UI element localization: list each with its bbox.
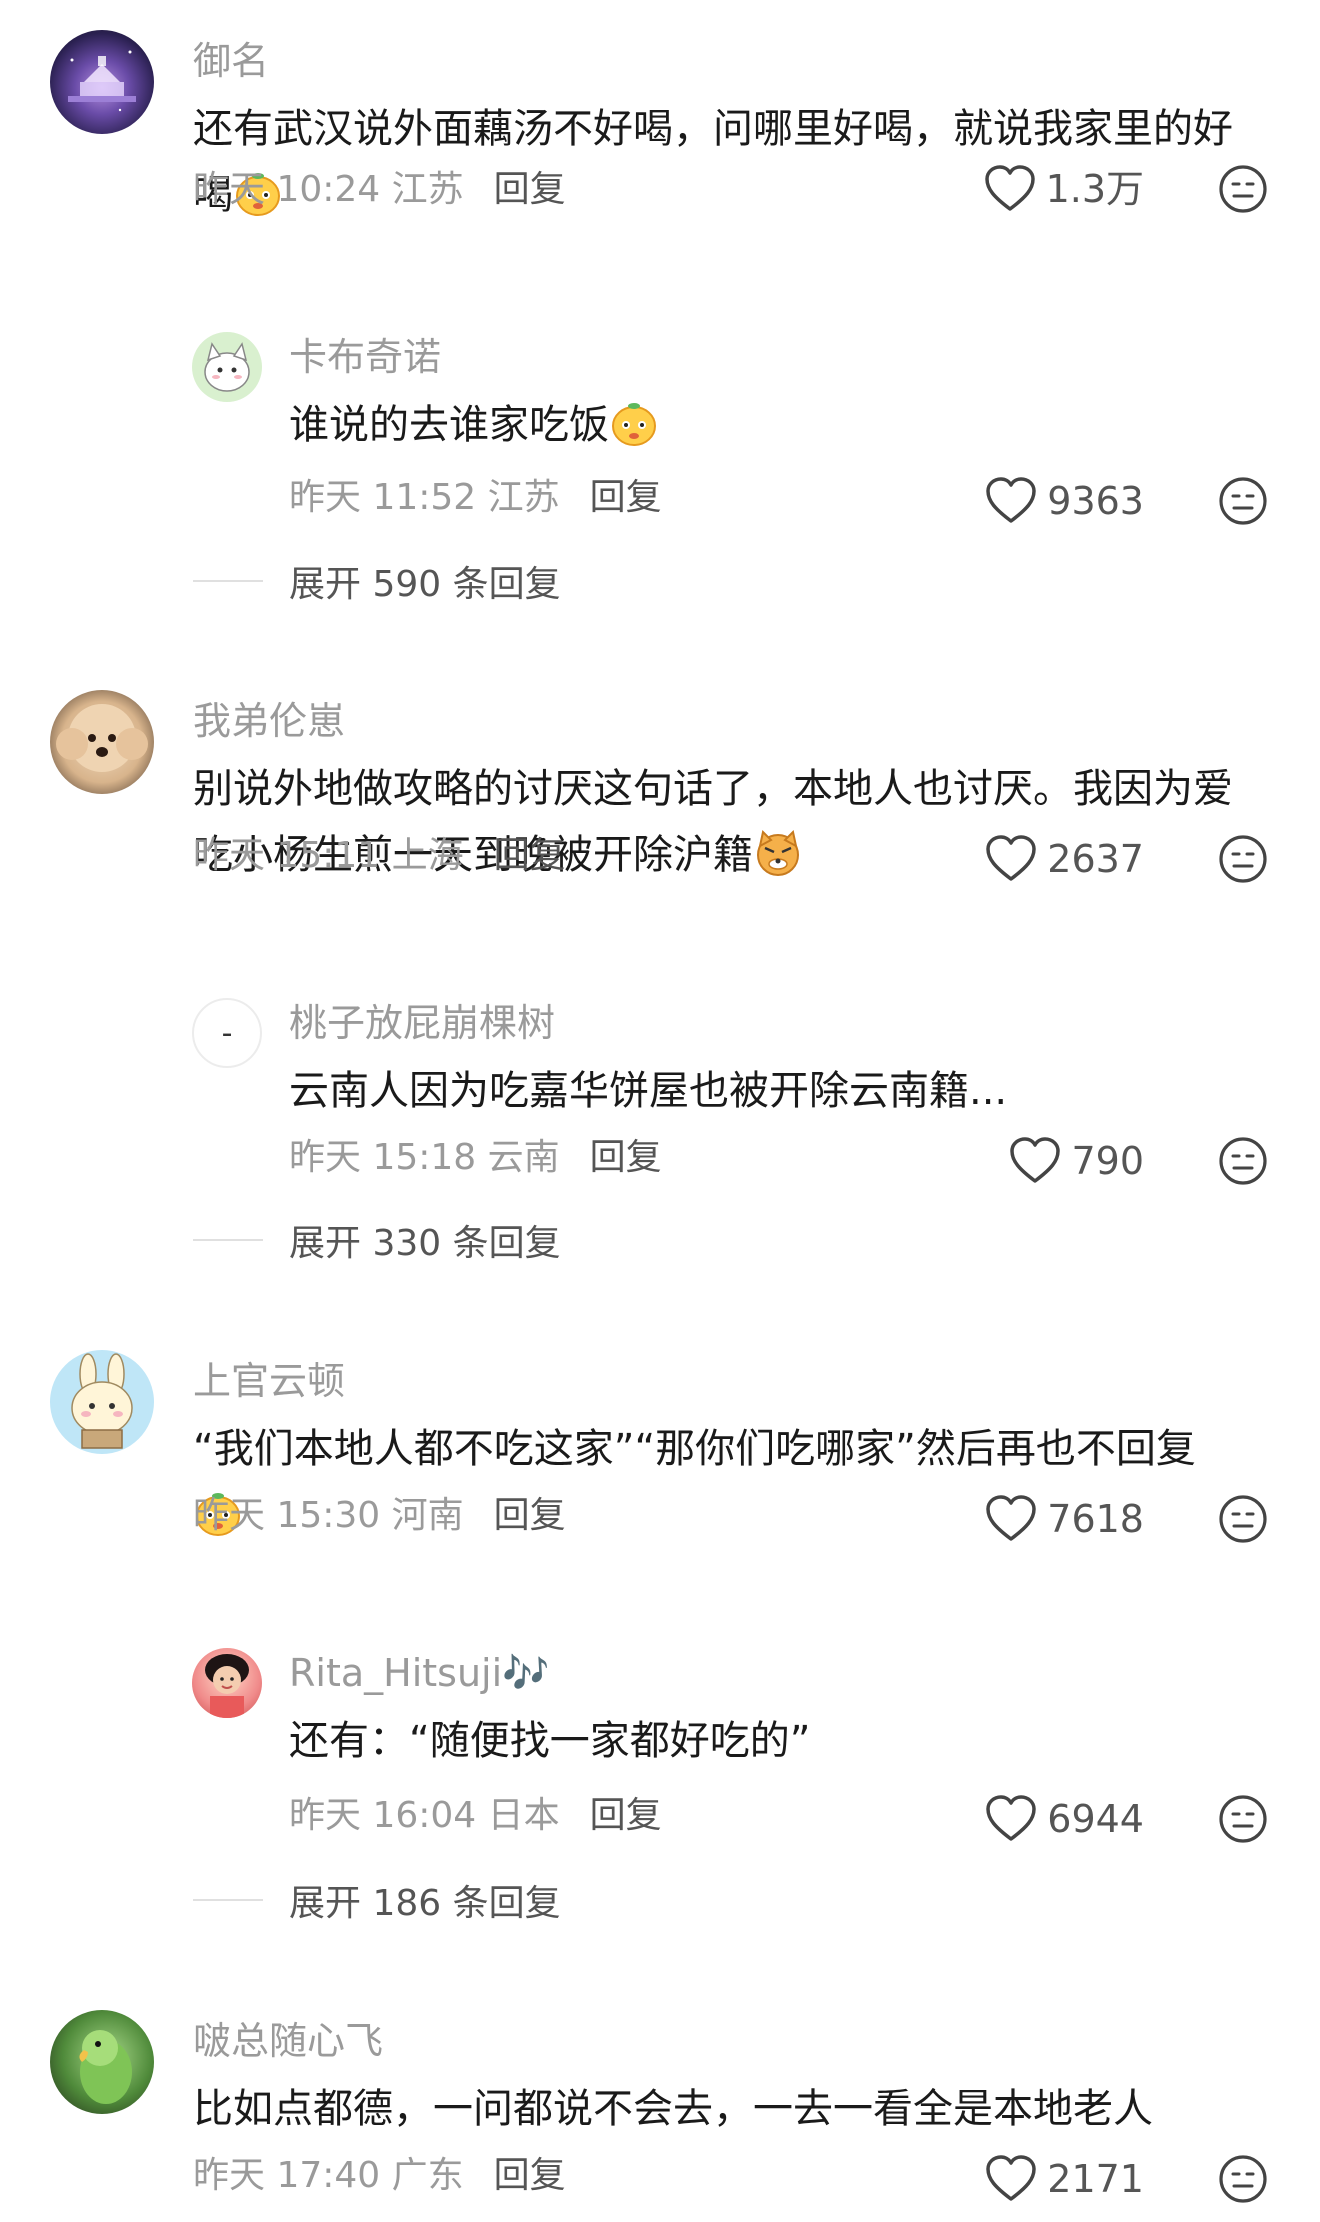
reply-meta: 昨天 15:18 云南 回复	[289, 1140, 662, 1176]
reply-button[interactable]: 回复	[590, 1137, 662, 1178]
like-button[interactable]: 790	[1009, 1136, 1144, 1186]
reply-time-location: 昨天 15:18 云南	[289, 1137, 560, 1178]
lemon-face-emoji-icon	[612, 403, 656, 446]
white-cat-cartoon-icon	[204, 342, 250, 392]
like-button[interactable]: 9363	[985, 476, 1144, 526]
reply-time-location: 昨天 16:04 日本	[289, 1795, 560, 1836]
like-count: 2171	[1047, 2157, 1144, 2201]
heart-icon	[1010, 1137, 1061, 1183]
like-button[interactable]: 2637	[985, 834, 1144, 884]
comment-meta: 昨天 15:30 河南 回复	[193, 1498, 566, 1534]
comment-text-body: 比如点都德，一问都说不会去，一去一看全是本地老人	[193, 2086, 1153, 2132]
girl-photo-icon	[205, 1654, 249, 1718]
comment-text-body: “我们本地人都不吃这家”“那你们吃哪家”然后再也不回复	[193, 1426, 1196, 1472]
bunny-cartoon-icon	[71, 1353, 133, 1449]
like-button[interactable]: 6944	[985, 1794, 1144, 1844]
divider	[193, 1239, 263, 1241]
divider	[193, 1899, 263, 1901]
reply-button[interactable]: 回复	[494, 169, 566, 210]
avatar[interactable]	[50, 1350, 154, 1454]
like-button[interactable]: 2171	[985, 2154, 1144, 2204]
expand-replies-label: 展开 186 条回复	[289, 1883, 561, 1924]
comment-author[interactable]: 上官云顿	[193, 1362, 345, 1400]
comment-author[interactable]: 我弟伦崽	[193, 702, 345, 740]
comment-text: 比如点都德，一问都说不会去，一去一看全是本地老人	[193, 2076, 1253, 2142]
reply-author[interactable]: 卡布奇诺	[289, 338, 441, 376]
divider	[193, 580, 263, 582]
expand-replies-button[interactable]: 展开 330 条回复	[193, 1220, 561, 1264]
avatar[interactable]	[50, 30, 154, 134]
reply-text-body: 谁说的去谁家吃饭	[289, 402, 609, 448]
reply-button[interactable]: 回复	[494, 1495, 566, 1536]
expand-replies-button[interactable]: 展开 186 条回复	[193, 1880, 561, 1924]
comment-author[interactable]: 御名	[193, 42, 269, 80]
avatar[interactable]	[192, 1648, 262, 1718]
reply-button[interactable]: 回复	[590, 477, 662, 518]
heart-icon	[986, 2155, 1037, 2201]
like-count: 9363	[1047, 479, 1144, 523]
poodle-dog-icon	[56, 704, 148, 772]
like-count: 2637	[1047, 837, 1144, 881]
like-button[interactable]: 7618	[985, 1494, 1144, 1544]
expand-replies-button[interactable]: 展开 590 条回复	[193, 561, 561, 605]
reply-button[interactable]: 回复	[494, 2155, 566, 2196]
dislike-face-icon[interactable]	[1218, 1494, 1268, 1544]
heart-icon	[986, 835, 1037, 881]
avatar[interactable]	[192, 332, 262, 402]
avatar[interactable]: -	[192, 998, 262, 1068]
comment-time-location: 昨天 15:11 上海	[193, 835, 464, 876]
heart-icon	[986, 1495, 1037, 1541]
reply-button[interactable]: 回复	[590, 1795, 662, 1836]
reply-text: 云南人因为吃嘉华饼屋也被开除云南籍...	[289, 1058, 1249, 1124]
avatar[interactable]	[50, 690, 154, 794]
dislike-face-icon[interactable]	[1218, 2154, 1268, 2204]
comment-meta: 昨天 15:11 上海 回复	[193, 838, 566, 874]
reply-text: 谁说的去谁家吃饭	[289, 392, 1249, 458]
heart-icon	[986, 1795, 1037, 1841]
reply-text-body: 还有：“随便找一家都好吃的”	[289, 1718, 811, 1764]
angry-dog-emoji-icon	[757, 829, 799, 876]
expand-replies-label: 展开 590 条回复	[289, 564, 561, 605]
like-button[interactable]: 1.3万	[984, 164, 1144, 214]
heart-icon	[984, 165, 1035, 211]
dislike-face-icon[interactable]	[1218, 1794, 1268, 1844]
comment-time-location: 昨天 15:30 河南	[193, 1495, 464, 1536]
reply-button[interactable]: 回复	[494, 835, 566, 876]
reply-author[interactable]: 桃子放屁崩棵树	[289, 1004, 555, 1042]
dislike-face-icon[interactable]	[1218, 834, 1268, 884]
dislike-face-icon[interactable]	[1218, 476, 1268, 526]
like-count: 790	[1071, 1139, 1144, 1183]
dislike-face-icon[interactable]	[1218, 1136, 1268, 1186]
comment-author[interactable]: 啵总随心飞	[193, 2022, 383, 2060]
avatar-placeholder-glyph: -	[221, 1015, 233, 1051]
reply-time-location: 昨天 11:52 江苏	[289, 477, 560, 518]
reply-meta: 昨天 11:52 江苏 回复	[289, 480, 662, 516]
like-count: 1.3万	[1045, 167, 1144, 211]
castle-night-icon	[68, 50, 136, 112]
reply-meta: 昨天 16:04 日本 回复	[289, 1798, 662, 1834]
reply-text: 还有：“随便找一家都好吃的”	[289, 1708, 1249, 1774]
expand-replies-label: 展开 330 条回复	[289, 1223, 561, 1264]
like-count: 6944	[1047, 1797, 1144, 1841]
green-parrot-icon	[79, 2030, 132, 2104]
comment-meta: 昨天 17:40 广东 回复	[193, 2158, 566, 2194]
comment-time-location: 昨天 17:40 广东	[193, 2155, 464, 2196]
reply-text-body: 云南人因为吃嘉华饼屋也被开除云南籍...	[289, 1068, 1008, 1114]
heart-icon	[986, 477, 1037, 523]
dislike-face-icon[interactable]	[1218, 164, 1268, 214]
reply-author[interactable]: Rita_Hitsuji🎶	[289, 1654, 550, 1692]
like-count: 7618	[1047, 1497, 1144, 1541]
comment-time-location: 昨天 10:24 江苏	[193, 169, 464, 210]
comment-meta: 昨天 10:24 江苏 回复	[193, 172, 566, 208]
avatar[interactable]	[50, 2010, 154, 2114]
